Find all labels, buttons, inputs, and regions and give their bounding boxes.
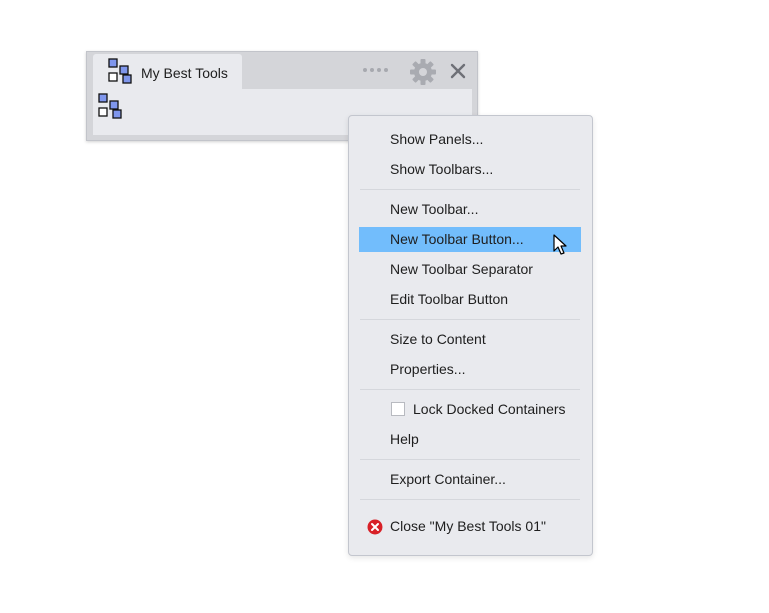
menu-item-label: Help [390, 431, 419, 447]
close-icon[interactable] [449, 62, 467, 80]
menu-item-label: Edit Toolbar Button [390, 291, 509, 307]
menu-item-lock-docked-containers[interactable]: Lock Docked Containers [359, 397, 581, 422]
menu-item-label: Properties... [390, 361, 466, 377]
menu-item-label: New Toolbar Button... [390, 231, 524, 247]
toolbar-group-icon [108, 58, 132, 84]
panel-tab[interactable]: My Best Tools [93, 54, 242, 89]
menu-item-show-panels[interactable]: Show Panels... [359, 127, 581, 152]
menu-item-label: New Toolbar... [390, 201, 479, 217]
menu-item-label: Close "My Best Tools 01" [390, 518, 546, 534]
menu-item-edit-toolbar-button[interactable]: Edit Toolbar Button [359, 287, 581, 312]
menu-separator [360, 499, 580, 500]
menu-item-size-to-content[interactable]: Size to Content [359, 327, 581, 352]
toolbar-group-icon[interactable] [97, 93, 123, 119]
menu-item-show-toolbars[interactable]: Show Toolbars... [359, 157, 581, 182]
menu-item-help[interactable]: Help [359, 427, 581, 452]
menu-item-label: Size to Content [390, 331, 486, 347]
menu-item-label: Lock Docked Containers [413, 401, 566, 417]
drag-grip-icon[interactable] [363, 68, 388, 72]
menu-separator [360, 319, 580, 320]
menu-separator [360, 189, 580, 190]
menu-item-label: New Toolbar Separator [390, 261, 533, 277]
menu-item-new-toolbar-separator[interactable]: New Toolbar Separator [359, 257, 581, 282]
menu-item-close-container[interactable]: Close "My Best Tools 01" [359, 514, 581, 539]
menu-item-label: Export Container... [390, 471, 506, 487]
panel-tab-label: My Best Tools [141, 65, 228, 81]
menu-item-label: Show Panels... [390, 131, 484, 147]
lock-checkbox[interactable] [391, 402, 405, 416]
gear-icon[interactable] [409, 58, 437, 86]
menu-item-new-toolbar[interactable]: New Toolbar... [359, 197, 581, 222]
menu-item-new-toolbar-button[interactable]: New Toolbar Button... [359, 227, 581, 252]
menu-item-export-container[interactable]: Export Container... [359, 467, 581, 492]
close-circle-icon [367, 519, 383, 535]
menu-separator [360, 459, 580, 460]
context-menu: Show Panels... Show Toolbars... New Tool… [348, 115, 593, 556]
menu-item-properties[interactable]: Properties... [359, 357, 581, 382]
menu-separator [360, 389, 580, 390]
menu-item-label: Show Toolbars... [390, 161, 494, 177]
